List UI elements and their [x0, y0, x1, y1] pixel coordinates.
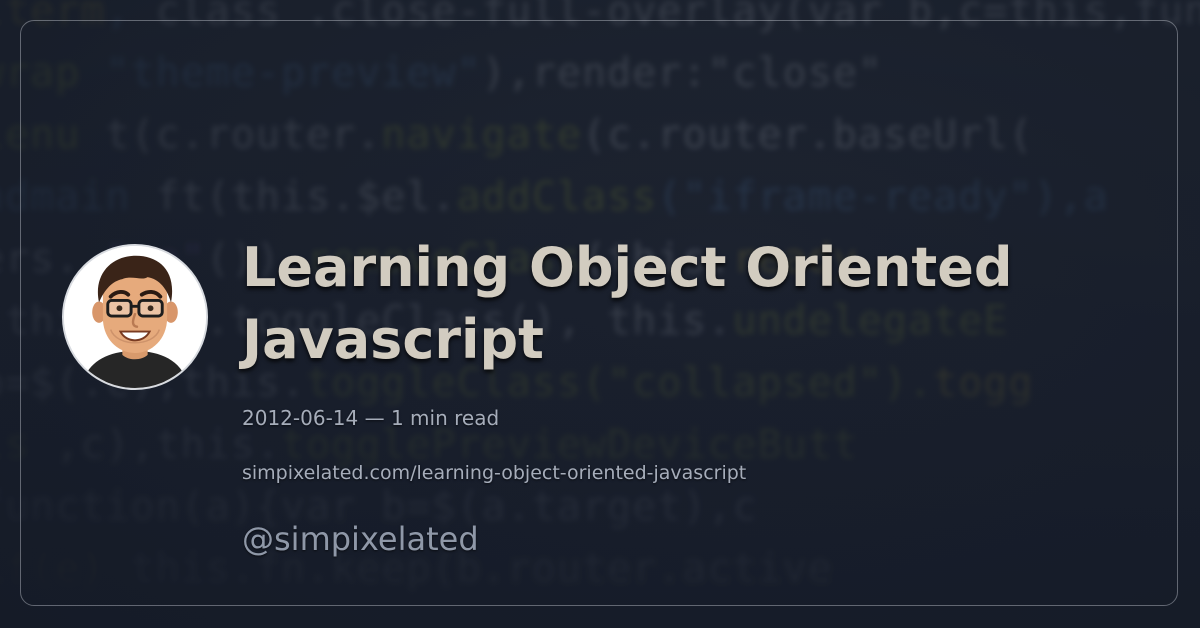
author-avatar: [62, 244, 208, 390]
post-url: simpixelated.com/learning-object-oriente…: [242, 462, 747, 484]
post-read-time: 1 min read: [390, 406, 500, 430]
cartoon-portrait-icon: [64, 246, 206, 388]
post-meta: 2012-06-14 — 1 min read: [242, 406, 499, 430]
post-date: 2012-06-14: [242, 406, 359, 430]
author-handle: @simpixelated: [242, 520, 479, 558]
share-card: lterm, class .close-full-overlay(var b,c…: [0, 0, 1200, 628]
meta-separator: —: [364, 406, 385, 430]
post-title: Learning Object Oriented Javascript: [242, 236, 1013, 371]
